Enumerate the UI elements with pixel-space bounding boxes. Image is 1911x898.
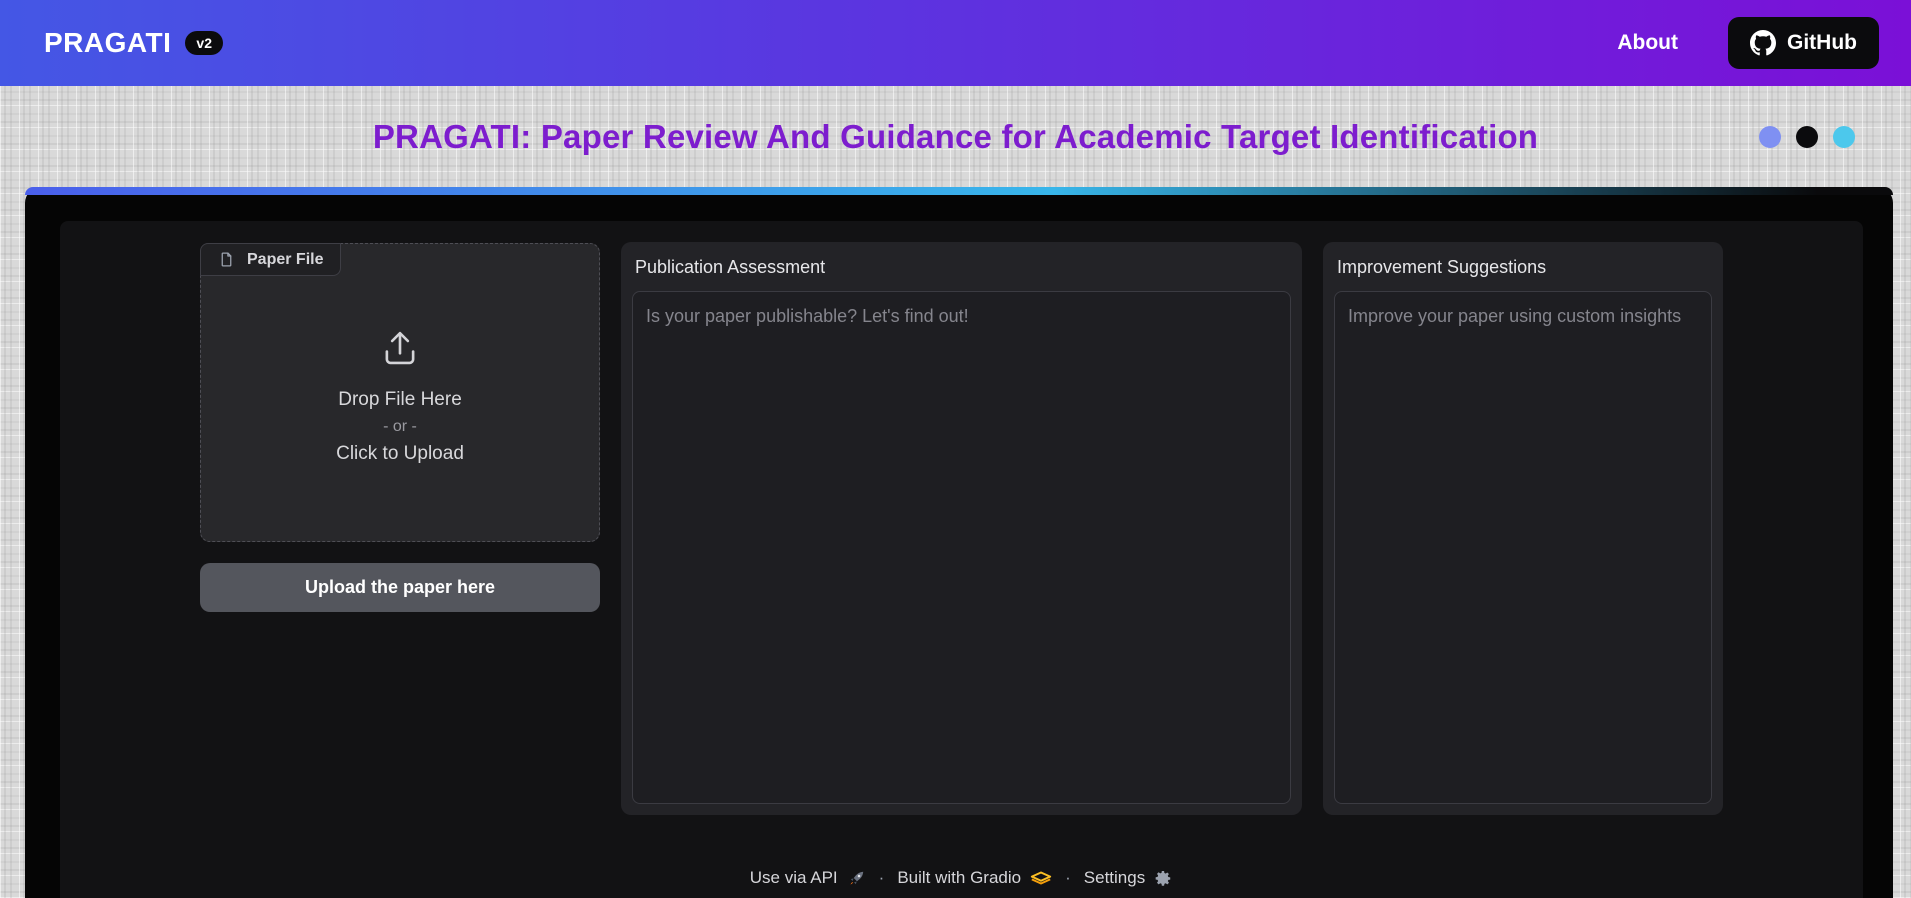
hero-section: PRAGATI: Paper Review And Guidance for A…: [0, 86, 1911, 187]
upload-icon: [379, 327, 421, 382]
click-to-upload-text[interactable]: Click to Upload: [336, 443, 464, 465]
built-with-gradio-link[interactable]: Built with Gradio: [897, 868, 1052, 888]
publication-assessment-textarea[interactable]: [632, 291, 1291, 804]
built-with-gradio-label: Built with Gradio: [897, 868, 1022, 887]
dot-cyan-icon: [1833, 125, 1855, 148]
use-via-api-link[interactable]: Use via API: [750, 868, 866, 888]
or-text: - or -: [383, 417, 417, 435]
paper-file-tab: Paper File: [200, 243, 342, 276]
brand-group: PRAGATI v2: [44, 27, 223, 59]
footer-separator: ·: [878, 868, 885, 887]
improvement-suggestions-panel: Improvement Suggestions: [1323, 242, 1723, 815]
page-title: PRAGATI: Paper Review And Guidance for A…: [372, 117, 1539, 155]
content-row: Paper File Drop File Here - or - Click t…: [200, 242, 1723, 815]
suggestions-column: Improvement Suggestions: [1323, 242, 1723, 815]
settings-label: Settings: [1083, 868, 1146, 887]
assessment-column: Publication Assessment: [621, 242, 1302, 815]
main-container: Paper File Drop File Here - or - Click t…: [25, 187, 1893, 898]
gradient-top-border: [25, 187, 1893, 195]
improvement-suggestions-textarea[interactable]: [1334, 291, 1712, 804]
gradio-app: Paper File Drop File Here - or - Click t…: [60, 221, 1863, 898]
file-icon: [218, 251, 235, 268]
dot-black-icon: [1796, 125, 1818, 148]
about-link[interactable]: About: [1617, 31, 1678, 55]
upload-column: Paper File Drop File Here - or - Click t…: [200, 242, 600, 612]
publication-assessment-label: Publication Assessment: [635, 257, 826, 277]
app-logo: PRAGATI: [44, 27, 172, 58]
top-navbar: PRAGATI v2 About GitHub: [0, 0, 1911, 86]
gradio-footer: Use via API · Built with Gradio · Settin…: [60, 868, 1863, 888]
rocket-icon: [847, 869, 866, 888]
github-icon: [1750, 30, 1777, 56]
use-via-api-label: Use via API: [749, 868, 838, 887]
gradio-logo-icon: [1030, 870, 1052, 886]
improvement-suggestions-label: Improvement Suggestions: [1337, 257, 1547, 277]
dropzone-content: Drop File Here - or - Click to Upload: [201, 244, 599, 541]
github-button[interactable]: GitHub: [1728, 17, 1879, 69]
footer-separator: ·: [1065, 868, 1071, 887]
nav-actions: About GitHub: [1617, 17, 1879, 69]
upload-paper-button[interactable]: Upload the paper here: [200, 563, 600, 612]
drop-file-here-text: Drop File Here: [338, 388, 462, 410]
github-button-label: GitHub: [1787, 31, 1857, 54]
paper-file-tab-label: Paper File: [247, 250, 324, 268]
dot-blue-icon: [1759, 125, 1781, 148]
page: PRAGATI v2 About GitHub PRAGATI: Paper R…: [0, 0, 1911, 898]
decorative-dots: [1759, 125, 1855, 148]
gear-icon: [1154, 869, 1173, 888]
publication-assessment-panel: Publication Assessment: [621, 242, 1302, 815]
version-badge: v2: [185, 31, 223, 55]
settings-link[interactable]: Settings: [1084, 868, 1173, 888]
file-dropzone[interactable]: Paper File Drop File Here - or - Click t…: [200, 243, 600, 542]
